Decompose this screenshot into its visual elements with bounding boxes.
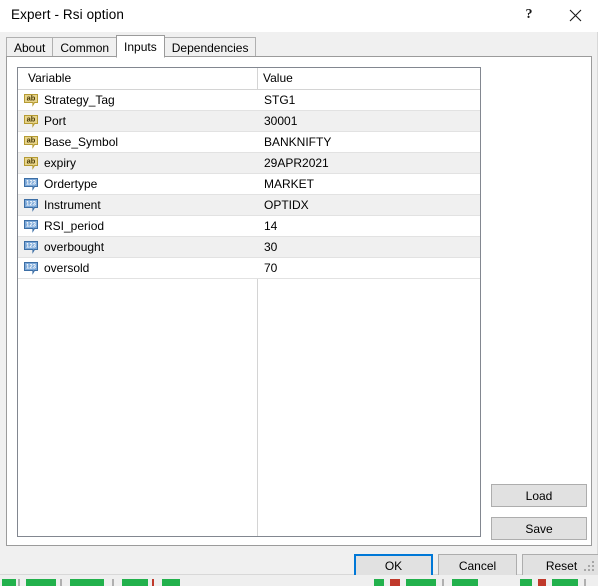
svg-text:ab: ab bbox=[27, 135, 36, 144]
string-type-icon: ab bbox=[23, 155, 39, 171]
column-header-value[interactable]: Value bbox=[263, 71, 293, 85]
table-row[interactable]: 123 overbought 30 bbox=[18, 237, 480, 258]
inputs-tab-panel: Variable Value ab Strategy_Tag STG1 ab Port 3… bbox=[6, 56, 592, 546]
background-fragment bbox=[374, 579, 384, 586]
background-fragment bbox=[406, 579, 436, 586]
background-fragment bbox=[60, 579, 62, 586]
table-row[interactable]: 123 RSI_period 14 bbox=[18, 216, 480, 237]
svg-text:ab: ab bbox=[27, 93, 36, 102]
grip-dot bbox=[592, 569, 594, 571]
string-type-icon: ab bbox=[23, 92, 39, 108]
parameter-name: Base_Symbol bbox=[44, 135, 119, 149]
background-fragment bbox=[552, 579, 578, 586]
background-fragment bbox=[520, 579, 532, 586]
background-fragment bbox=[442, 579, 444, 586]
parameter-value[interactable]: STG1 bbox=[264, 93, 295, 107]
parameter-name: expiry bbox=[44, 156, 77, 170]
parameter-name: Ordertype bbox=[44, 177, 98, 191]
string-type-icon: ab bbox=[23, 134, 39, 150]
tab-label: Inputs bbox=[124, 39, 157, 54]
tab-common[interactable]: Common bbox=[52, 37, 118, 57]
table-row[interactable]: ab Port 30001 bbox=[18, 111, 480, 132]
tab-strip: About Common Inputs Dependencies bbox=[6, 35, 592, 58]
cancel-button[interactable]: Cancel bbox=[438, 554, 517, 577]
grid-header-row: Variable Value bbox=[18, 68, 480, 90]
parameter-value[interactable]: 14 bbox=[264, 219, 277, 233]
parameter-name: overbought bbox=[44, 240, 105, 254]
help-button[interactable]: ? bbox=[506, 0, 552, 31]
parameter-value[interactable]: 29APR2021 bbox=[264, 156, 329, 170]
window-title: Expert - Rsi option bbox=[11, 7, 124, 22]
background-fragment bbox=[152, 579, 154, 586]
background-fragment bbox=[390, 579, 400, 586]
parameter-value[interactable]: 30001 bbox=[264, 114, 297, 128]
parameter-name: Port bbox=[44, 114, 67, 128]
close-icon bbox=[569, 9, 581, 22]
background-fragment bbox=[162, 579, 180, 586]
parameters-grid[interactable]: Variable Value ab Strategy_Tag STG1 ab Port 3… bbox=[17, 67, 481, 537]
table-row[interactable]: ab Strategy_Tag STG1 bbox=[18, 90, 480, 111]
grid-rows: ab Strategy_Tag STG1 ab Port 30001 ab Base_Symb… bbox=[18, 90, 480, 279]
background-fragment bbox=[2, 579, 16, 586]
parameter-value[interactable]: 30 bbox=[264, 240, 277, 254]
expert-properties-dialog: Expert - Rsi option ? About Common Input… bbox=[0, 0, 598, 577]
tab-label: About bbox=[14, 40, 46, 55]
save-button[interactable]: Save bbox=[491, 517, 587, 540]
table-row[interactable]: ab Base_Symbol BANKNIFTY bbox=[18, 132, 480, 153]
load-button[interactable]: Load bbox=[491, 484, 587, 507]
column-header-variable[interactable]: Variable bbox=[28, 71, 71, 85]
svg-text:123: 123 bbox=[26, 243, 37, 249]
grip-dot bbox=[588, 565, 590, 567]
parameter-name: RSI_period bbox=[44, 219, 105, 233]
title-bar: Expert - Rsi option ? bbox=[0, 0, 598, 32]
parameter-name: Strategy_Tag bbox=[44, 93, 115, 107]
question-mark-icon: ? bbox=[525, 6, 533, 22]
background-fragment bbox=[112, 579, 114, 586]
grip-dot bbox=[584, 569, 586, 571]
table-row[interactable]: 123 Instrument OPTIDX bbox=[18, 195, 480, 216]
tab-dependencies[interactable]: Dependencies bbox=[163, 37, 257, 57]
svg-text:ab: ab bbox=[27, 156, 36, 165]
svg-text:123: 123 bbox=[26, 201, 37, 207]
background-fragment bbox=[70, 579, 104, 586]
table-row[interactable]: 123 Ordertype MARKET bbox=[18, 174, 480, 195]
ok-button[interactable]: OK bbox=[354, 554, 433, 577]
svg-text:123: 123 bbox=[26, 222, 37, 228]
background-fragment bbox=[122, 579, 148, 586]
svg-text:123: 123 bbox=[26, 264, 37, 270]
tab-about[interactable]: About bbox=[6, 37, 54, 57]
resize-grip[interactable] bbox=[584, 561, 596, 573]
tab-inputs[interactable]: Inputs bbox=[116, 35, 165, 58]
background-fragment bbox=[584, 579, 586, 586]
close-button[interactable] bbox=[552, 0, 598, 31]
tab-label: Dependencies bbox=[171, 40, 249, 55]
parameter-value[interactable]: OPTIDX bbox=[264, 198, 309, 212]
parameter-value[interactable]: MARKET bbox=[264, 177, 314, 191]
background-fragment bbox=[18, 579, 20, 586]
parameter-value[interactable]: BANKNIFTY bbox=[264, 135, 331, 149]
number-type-icon: 123 bbox=[23, 239, 39, 255]
grip-dot bbox=[592, 565, 594, 567]
table-row[interactable]: 123 oversold 70 bbox=[18, 258, 480, 279]
header-column-divider[interactable] bbox=[257, 68, 258, 89]
number-type-icon: 123 bbox=[23, 176, 39, 192]
background-fragment bbox=[26, 579, 56, 586]
number-type-icon: 123 bbox=[23, 218, 39, 234]
grip-dot bbox=[588, 569, 590, 571]
number-type-icon: 123 bbox=[23, 197, 39, 213]
grip-dot bbox=[592, 561, 594, 563]
svg-text:123: 123 bbox=[26, 180, 37, 186]
parameter-value[interactable]: 70 bbox=[264, 261, 277, 275]
number-type-icon: 123 bbox=[23, 260, 39, 276]
parameter-name: oversold bbox=[44, 261, 90, 275]
background-fragment bbox=[452, 579, 478, 586]
background-fragment bbox=[538, 579, 546, 586]
table-row[interactable]: ab expiry 29APR2021 bbox=[18, 153, 480, 174]
background-window-sliver bbox=[0, 575, 598, 586]
tab-label: Common bbox=[60, 40, 110, 55]
string-type-icon: ab bbox=[23, 113, 39, 129]
parameter-name: Instrument bbox=[44, 198, 101, 212]
svg-text:ab: ab bbox=[27, 114, 36, 123]
